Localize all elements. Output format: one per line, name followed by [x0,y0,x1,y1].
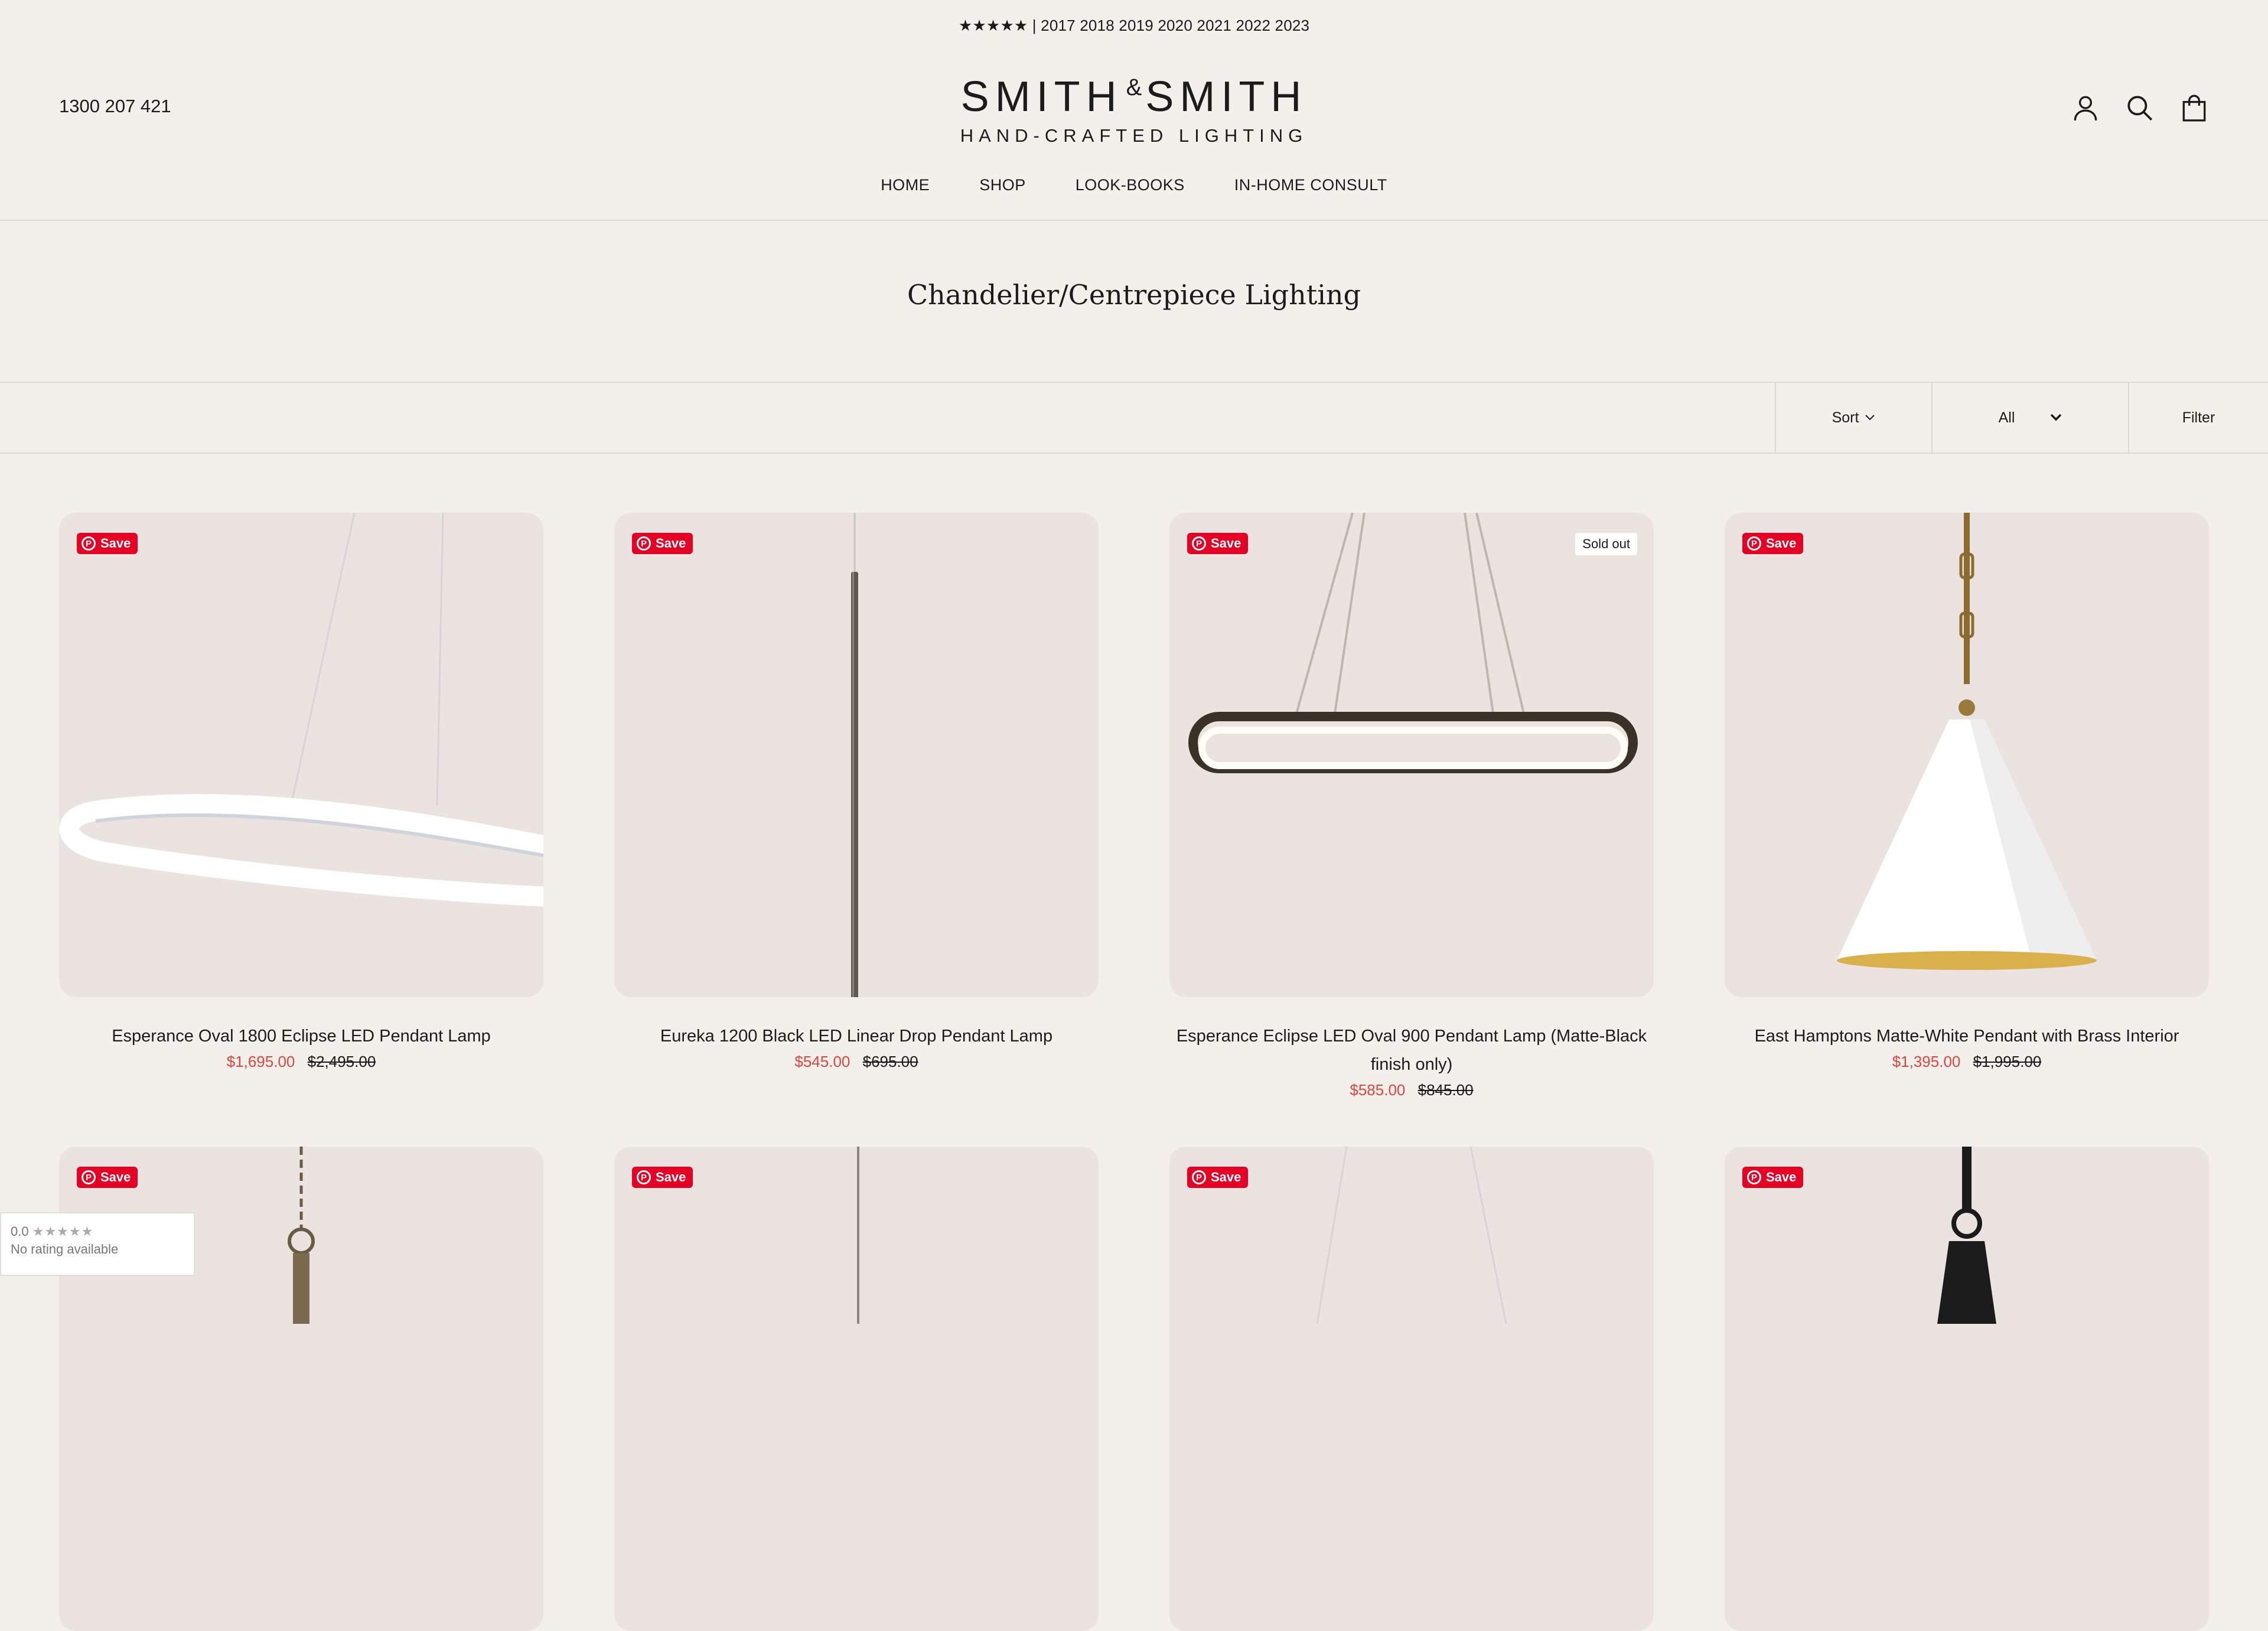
product-card[interactable]: P Save Esperance Oval 1800 Eclipse LED Pe… [59,513,543,1099]
pinterest-icon: P [1747,536,1761,551]
sale-price: $1,395.00 [1892,1053,1961,1070]
product-image[interactable]: P Save [1725,513,2209,997]
cart-icon[interactable] [2179,93,2209,123]
pinterest-save-button[interactable]: P Save [77,1167,138,1188]
pinterest-icon: P [1192,536,1206,551]
nav-look-books[interactable]: LOOK-BOOKS [1076,176,1185,194]
product-card[interactable]: P Save Sold out Esperance Eclipse LED Ova… [1169,513,1654,1099]
filter-select-value: All [1998,409,2015,426]
oval-eclipse-pendant-illustration [1188,513,1638,773]
rating-score-row: 0.0 ★★★★★ [11,1224,184,1239]
logo-wordmark: SMITH &SMITH [921,76,1347,118]
product-grid: P Save Esperance Oval 1800 Eclipse LED Pe… [59,513,2209,1631]
save-label: Save [100,1170,131,1184]
product-image[interactable]: P Save [614,513,1099,997]
oval-ring-pendant-illustration [59,513,543,907]
linear-pendant-illustration [857,1147,859,1324]
logo-word-right: SMITH [1145,73,1308,121]
site-logo[interactable]: SMITH &SMITH HAND-CRAFTED LIGHTING [921,76,1347,147]
pinterest-save-button[interactable]: P Save [1187,1167,1249,1188]
product-card[interactable]: P Save [614,1147,1099,1631]
product-title[interactable]: East Hamptons Matte-White Pendant with B… [1725,1022,2209,1050]
wire-pendant-illustration [1316,1147,1507,1324]
product-image[interactable]: P Save [614,1147,1099,1631]
product-price: $1,395.00 $1,995.00 [1725,1053,2209,1071]
pinterest-save-button[interactable]: P Save [1742,533,1804,554]
save-label: Save [1211,1170,1241,1184]
sort-label: Sort [1832,409,1859,426]
pinterest-icon: P [637,536,651,551]
logo-word-left: SMITH [960,73,1123,121]
pinterest-icon: P [1747,1170,1761,1184]
pinterest-save-button[interactable]: P Save [77,533,138,554]
rating-text: No rating available [11,1242,119,1256]
save-label: Save [100,536,131,551]
product-title[interactable]: Esperance Oval 1800 Eclipse LED Pendant … [59,1022,543,1050]
product-price: $585.00 $845.00 [1169,1081,1654,1099]
filter-select[interactable]: All [1931,383,2128,452]
phone-number[interactable]: 1300 207 421 [59,96,171,117]
black-chain-pendant-illustration [1937,1147,1996,1324]
compare-price: $1,995.00 [1973,1053,2042,1070]
product-image[interactable]: P Save Sold out [1169,513,1654,997]
sale-price: $585.00 [1350,1081,1406,1099]
product-title[interactable]: Eureka 1200 Black LED Linear Drop Pendan… [614,1022,1099,1050]
save-label: Save [656,536,686,551]
pinterest-icon: P [1192,1170,1206,1184]
product-card[interactable]: P Save Eureka 1200 Black LED Linear Drop … [614,513,1099,1099]
collection-toolbar: Sort All Filter [0,382,2268,454]
collection-title: Chandelier/Centrepiece Lighting [907,279,1361,311]
product-card[interactable]: P Save [1169,1147,1654,1631]
pinterest-icon: P [637,1170,651,1184]
sale-price: $1,695.00 [226,1053,295,1070]
sort-button[interactable]: Sort [1775,383,1931,452]
product-image[interactable]: P Save [1725,1147,2209,1631]
header-divider [0,220,2268,221]
logo-tagline: HAND-CRAFTED LIGHTING [960,125,1308,146]
compare-price: $695.00 [862,1053,918,1070]
product-title[interactable]: Esperance Eclipse LED Oval 900 Pendant L… [1169,1022,1654,1079]
sale-price: $545.00 [794,1053,850,1070]
product-image[interactable]: P Save [1169,1147,1654,1631]
sold-out-badge: Sold out [1575,533,1637,555]
pinterest-save-button[interactable]: P Save [1742,1167,1804,1188]
pinterest-icon: P [82,536,96,551]
product-card[interactable]: P Save East Hamptons Matte-White Pendant … [1725,513,2209,1099]
cone-pendant-illustration [1837,513,2097,970]
save-label: Save [1211,536,1241,551]
chevron-down-icon [1865,415,1875,421]
product-card[interactable]: P Save [1725,1147,2209,1631]
rating-stars-icon: ★★★★★ [32,1224,94,1239]
pinterest-icon: P [82,1170,96,1184]
nav-home[interactable]: HOME [881,176,930,194]
nav-shop[interactable]: SHOP [979,176,1026,194]
save-label: Save [1766,1170,1797,1184]
linear-drop-pendant-illustration [851,513,858,997]
account-icon[interactable] [2071,93,2100,123]
save-label: Save [656,1170,686,1184]
save-label: Save [1766,536,1797,551]
rating-widget[interactable]: 0.0 ★★★★★ No rating available [0,1212,195,1276]
product-price: $1,695.00 $2,495.00 [59,1053,543,1071]
header-actions [2071,93,2209,123]
filter-button[interactable]: Filter [2128,383,2268,452]
rating-score: 0.0 [11,1224,29,1239]
compare-price: $845.00 [1418,1081,1474,1099]
main-nav: HOME SHOP LOOK-BOOKS IN-HOME CONSULT [0,176,2268,194]
product-image[interactable]: P Save [59,513,543,997]
compare-price: $2,495.00 [307,1053,376,1070]
nav-in-home-consult[interactable]: IN-HOME CONSULT [1234,176,1387,194]
pinterest-save-button[interactable]: P Save [632,1167,693,1188]
search-icon[interactable] [2125,93,2155,123]
chevron-down-icon [2051,414,2062,421]
pinterest-save-button[interactable]: P Save [1187,533,1249,554]
product-price: $545.00 $695.00 [614,1053,1099,1071]
logo-ampersand: & [1126,74,1142,100]
announcement-bar: ★★★★★ | 2017 2018 2019 2020 2021 2022 20… [958,16,1310,34]
pinterest-save-button[interactable]: P Save [632,533,693,554]
